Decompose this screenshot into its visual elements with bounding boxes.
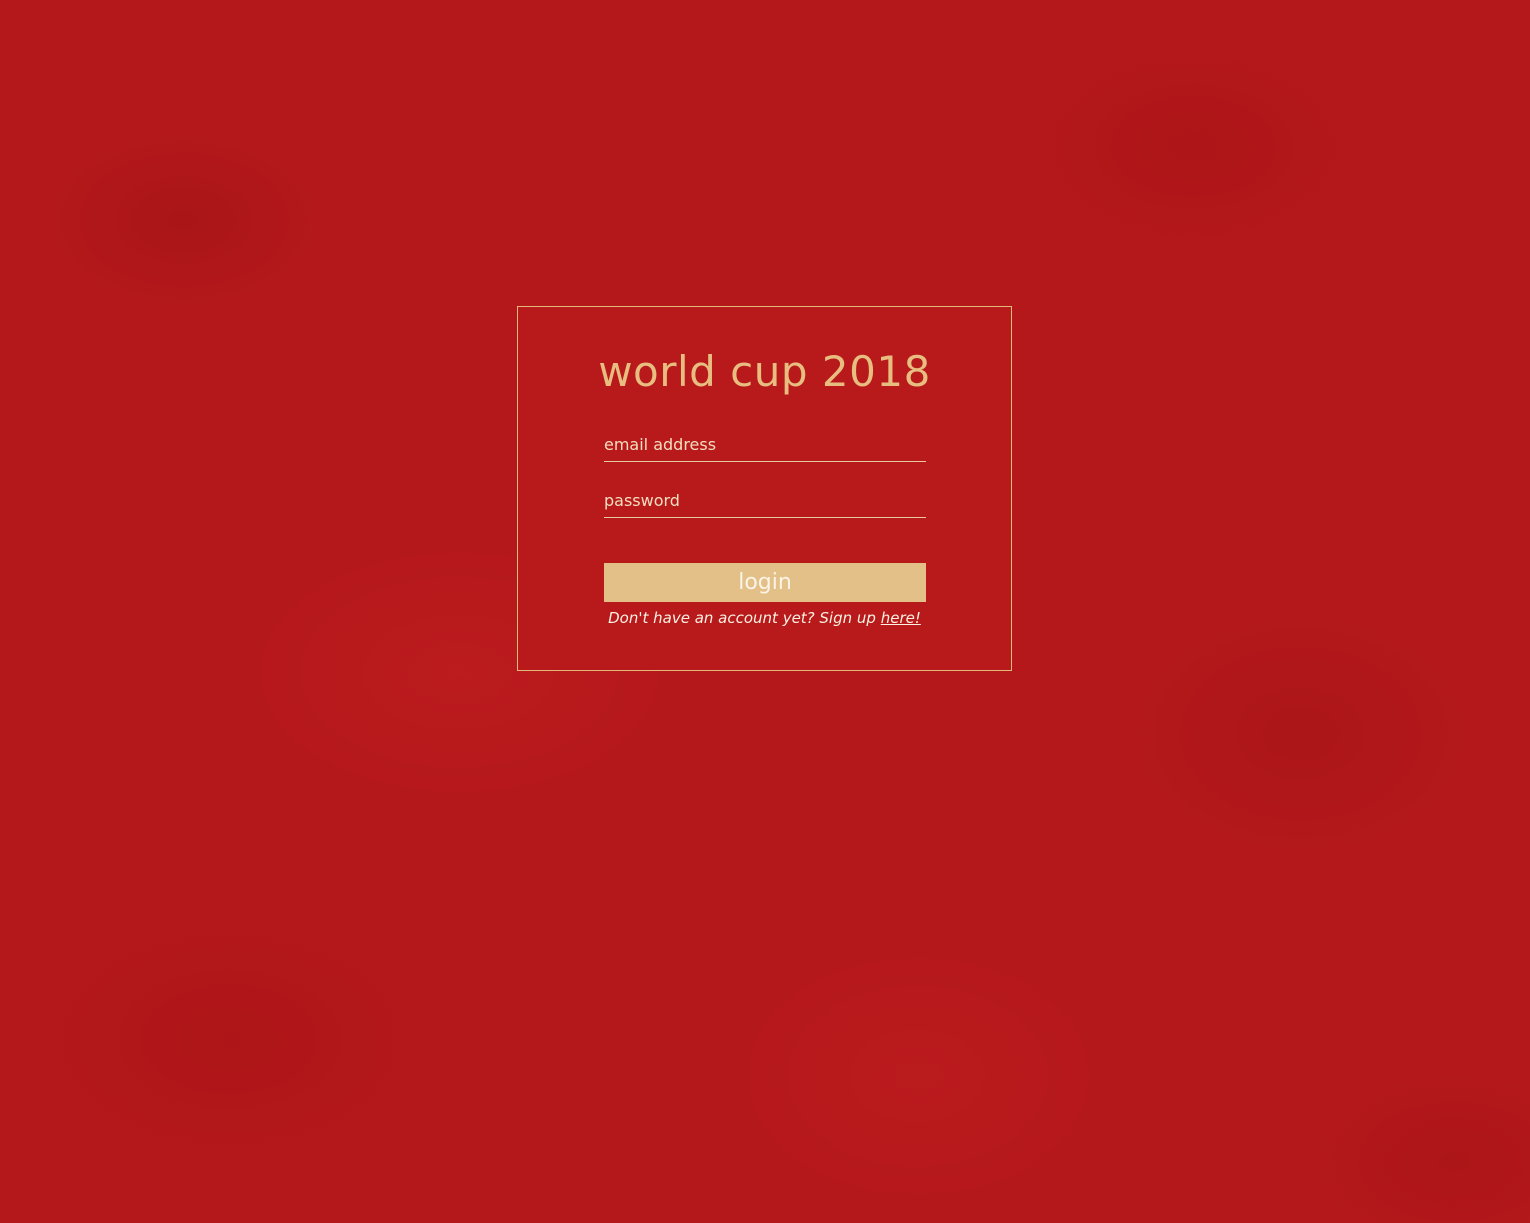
password-field[interactable] bbox=[604, 484, 926, 518]
page-title: world cup 2018 bbox=[598, 347, 931, 396]
signup-prompt-text: Don't have an account yet? Sign up bbox=[608, 609, 881, 627]
signup-prompt: Don't have an account yet? Sign up here! bbox=[518, 609, 1011, 627]
login-button[interactable]: login bbox=[604, 563, 926, 602]
page-background: { "login_card": { "title": "world cup 20… bbox=[0, 0, 1530, 1223]
email-field[interactable] bbox=[604, 428, 926, 462]
signup-link[interactable]: here! bbox=[881, 609, 921, 627]
login-card: world cup 2018 login Don't have an accou… bbox=[517, 306, 1012, 671]
